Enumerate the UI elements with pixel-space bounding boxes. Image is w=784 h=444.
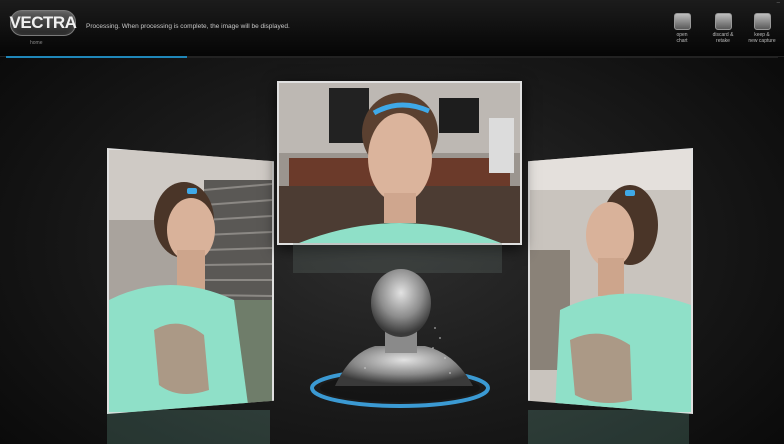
chart-icon — [673, 13, 691, 30]
center-capture-photo — [277, 81, 522, 245]
left-photo-reflection — [107, 410, 270, 444]
minimize-button[interactable]: – — [777, 0, 780, 6]
keep-new-capture-label: keep & new capture — [748, 32, 776, 44]
right-capture-photo — [528, 148, 693, 414]
vectra-logo-home-button[interactable]: VECTRA — [9, 10, 77, 36]
discard-retake-label: discard & retake — [712, 32, 734, 44]
home-label: home — [30, 40, 43, 46]
top-toolbar: VECTRA home Processing. When processing … — [0, 0, 784, 57]
vectra-capture-window: VECTRA home Processing. When processing … — [0, 0, 784, 444]
left-capture-photo — [107, 148, 274, 414]
open-chart-button[interactable]: open chart — [665, 13, 699, 44]
progress-bar-fill — [6, 56, 188, 58]
3d-head-model-preview — [310, 269, 490, 408]
logo-text: VECTRA — [9, 13, 77, 32]
processing-status-text: Processing. When processing is complete,… — [86, 23, 290, 30]
keep-new-capture-button[interactable]: keep & new capture — [745, 13, 779, 44]
processing-progress-bar — [6, 56, 778, 58]
right-photo-reflection — [528, 410, 689, 444]
discard-retake-button[interactable]: discard & retake — [706, 13, 740, 44]
open-chart-label: open chart — [676, 32, 688, 44]
camera-icon — [753, 13, 771, 30]
trash-icon — [714, 13, 732, 30]
